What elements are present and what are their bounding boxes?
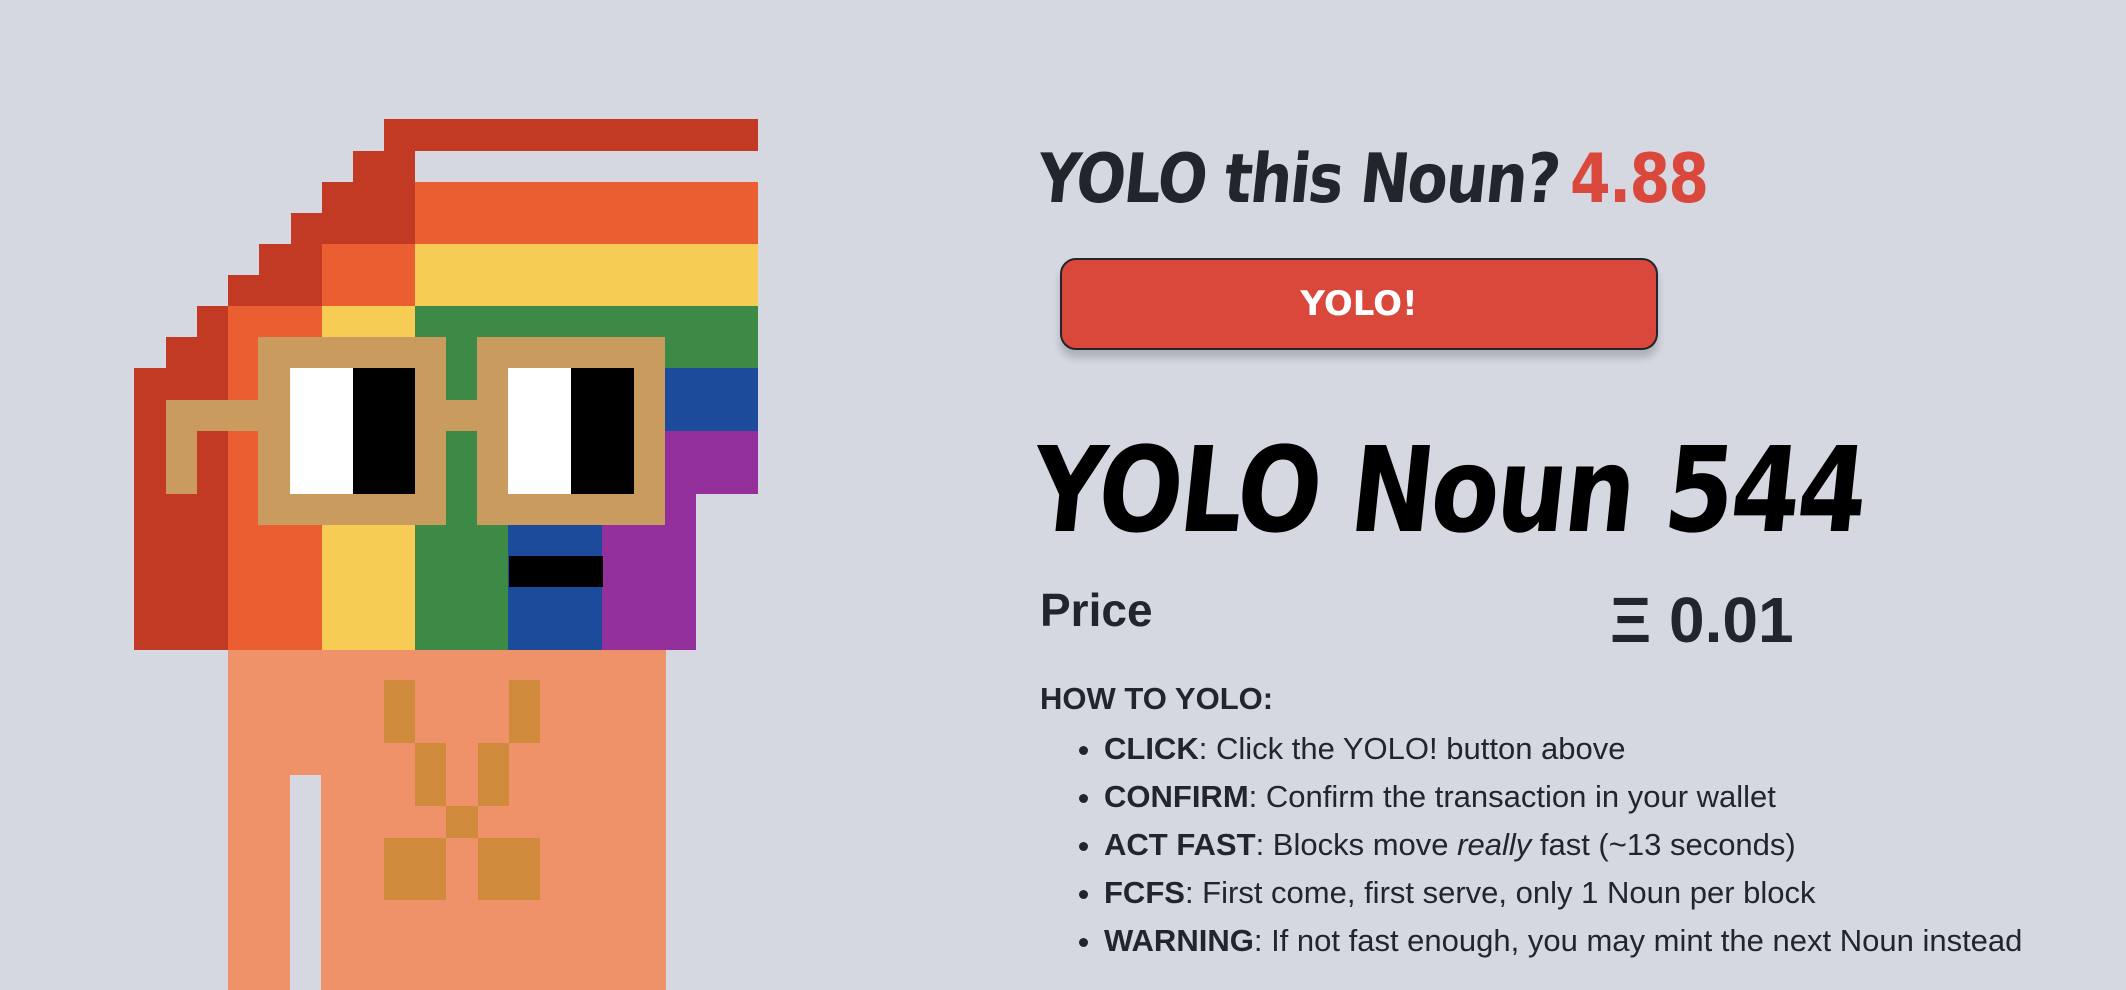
- yolo-button[interactable]: YOLO!: [1060, 258, 1658, 350]
- body-accessory: [384, 680, 415, 743]
- step-term: CONFIRM: [1104, 779, 1249, 814]
- list-item: CLICK: Click the YOLO! button above: [1104, 725, 2022, 773]
- step-text: If not fast enough, you may mint the nex…: [1271, 923, 2023, 958]
- step-text: Confirm the transaction in your wallet: [1265, 779, 1776, 814]
- price-label: Price: [1040, 584, 1153, 636]
- how-to-list: CLICK: Click the YOLO! button above CONF…: [1040, 725, 2022, 965]
- left-lens: [290, 368, 353, 494]
- step-term: WARNING: [1104, 923, 1254, 958]
- noun-head: [384, 119, 758, 151]
- step-text: First come, first serve, only 1 Noun per…: [1202, 875, 1816, 910]
- step-term: CLICK: [1104, 731, 1199, 766]
- step-term: FCFS: [1104, 875, 1185, 910]
- yolo-prompt-title: YOLO this Noun?: [1033, 140, 1563, 219]
- step-term: ACT FAST: [1104, 827, 1256, 862]
- list-item: ACT FAST: Blocks move really fast (~13 s…: [1104, 821, 2022, 869]
- list-item: FCFS: First come, first serve, only 1 No…: [1104, 869, 2022, 917]
- noun-mouth: [509, 556, 603, 587]
- right-lens: [508, 368, 571, 494]
- list-item: WARNING: If not fast enough, you may min…: [1104, 917, 2022, 965]
- how-to-title: HOW TO YOLO:: [1040, 681, 1274, 716]
- price-value: Ξ 0.01: [1610, 584, 1794, 656]
- auction-panel: YOLO this Noun? 4.88 YOLO! YOLO Noun 544…: [1026, 0, 2120, 990]
- countdown-timer: 4.88: [1570, 140, 1709, 219]
- noun-body-stripe: [290, 775, 321, 990]
- noun-avatar-image: [0, 0, 1000, 990]
- step-emphasis: really: [1457, 827, 1532, 862]
- step-text: Blocks move: [1272, 827, 1458, 862]
- list-item: CONFIRM: Confirm the transaction in your…: [1104, 773, 2022, 821]
- noun-title: YOLO Noun 544: [1025, 421, 1873, 559]
- step-text: Click the YOLO! button above: [1215, 731, 1626, 766]
